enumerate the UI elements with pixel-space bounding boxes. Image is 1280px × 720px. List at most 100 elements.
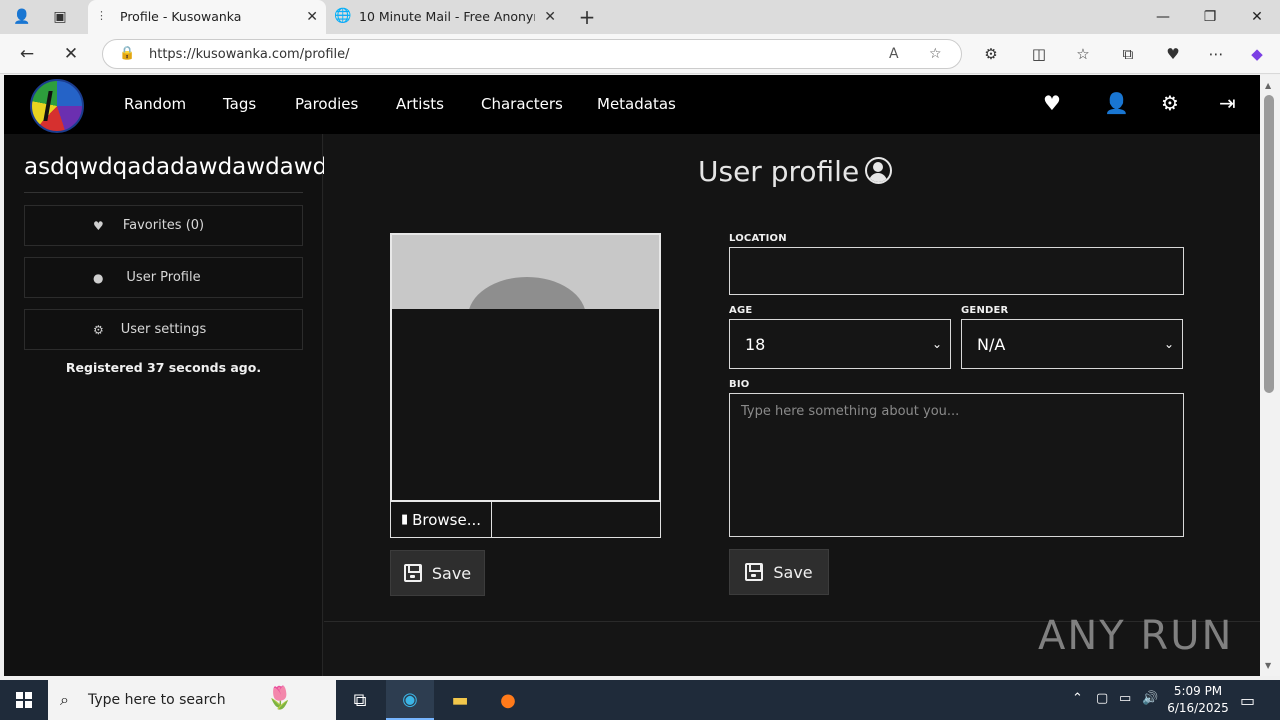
site-logo[interactable] bbox=[30, 79, 84, 133]
url-field[interactable]: 🔒 https://kusowanka.com/profile/ A ☆ bbox=[102, 39, 962, 69]
anyrun-watermark: ANY RUN bbox=[1038, 613, 1234, 659]
avatar-preview bbox=[390, 233, 661, 502]
nav-tags[interactable]: Tags bbox=[223, 95, 256, 113]
favorites-label: Favorites (0) bbox=[122, 218, 205, 233]
nav-artists[interactable]: Artists bbox=[396, 95, 444, 113]
page-viewport: Random Tags Parodies Artists Characters … bbox=[4, 75, 1260, 676]
tab-title: 10 Minute Mail - Free Anonymous bbox=[359, 9, 535, 24]
tray-chevron-icon[interactable]: ⌃ bbox=[1072, 691, 1083, 706]
split-screen-icon[interactable]: ◫ bbox=[1028, 44, 1050, 64]
bio-textarea[interactable]: Type here something about you... bbox=[729, 393, 1184, 537]
search-highlight-icon: 🌷 bbox=[266, 686, 294, 711]
location-label: LOCATION bbox=[729, 233, 787, 244]
task-view-icon[interactable]: ⧉ bbox=[336, 680, 384, 720]
scroll-down-icon[interactable]: ▼ bbox=[1265, 661, 1271, 670]
scroll-up-icon[interactable]: ▲ bbox=[1265, 81, 1271, 90]
divider bbox=[24, 192, 303, 193]
edge-browser-icon[interactable]: ◉ bbox=[386, 680, 434, 720]
start-button[interactable] bbox=[0, 680, 48, 720]
more-options-icon[interactable]: ⋯ bbox=[1205, 44, 1227, 64]
user-icon: ● bbox=[93, 270, 104, 285]
close-window-icon[interactable]: ✕ bbox=[1234, 0, 1280, 34]
browser-tab-bar: 👤 ▣ ⋮ Profile - Kusowanka ✕ 🌐 10 Minute … bbox=[0, 0, 1280, 34]
copilot-icon[interactable]: ◆ bbox=[1246, 44, 1268, 64]
address-bar: ← ✕ 🔒 https://kusowanka.com/profile/ A ☆… bbox=[0, 34, 1280, 74]
gender-value: N/A bbox=[977, 334, 1006, 354]
avatar-silhouette bbox=[468, 277, 586, 309]
save-label: Save bbox=[431, 563, 472, 583]
user-profile-button[interactable]: ● User Profile bbox=[24, 257, 303, 298]
favorites-button[interactable]: ♥ Favorites (0) bbox=[24, 205, 303, 246]
network-icon[interactable]: ▭ bbox=[1119, 691, 1131, 706]
taskbar-search[interactable]: ⌕ Type here to search 🌷 bbox=[48, 680, 336, 720]
chevron-down-icon: ⌄ bbox=[1163, 337, 1174, 351]
restore-icon[interactable]: ❐ bbox=[1187, 0, 1233, 34]
logout-icon[interactable]: ⇥ bbox=[1219, 91, 1236, 115]
tab-profile-kusowanka[interactable]: ⋮ Profile - Kusowanka ✕ bbox=[88, 0, 326, 34]
gear-icon: ⚙ bbox=[93, 322, 104, 337]
url-text: https://kusowanka.com/profile/ bbox=[149, 47, 350, 62]
windows-logo-icon bbox=[16, 692, 32, 708]
chevron-down-icon: ⌄ bbox=[931, 337, 942, 351]
close-tab-icon[interactable]: ✕ bbox=[306, 9, 318, 25]
browse-button[interactable]: ▮ Browse... bbox=[391, 502, 492, 537]
user-settings-label: User settings bbox=[120, 322, 207, 337]
page-scrollbar[interactable]: ▲ ▼ bbox=[1260, 75, 1280, 676]
close-tab-icon[interactable]: ✕ bbox=[544, 9, 556, 25]
search-icon: ⌕ bbox=[60, 690, 69, 709]
registered-text: Registered 37 seconds ago. bbox=[65, 360, 262, 375]
globe-icon: 🌐 bbox=[334, 8, 352, 24]
collections-icon[interactable]: ⧉ bbox=[1117, 44, 1139, 64]
favorites-icon[interactable]: ☆ bbox=[1072, 44, 1094, 64]
tab-10-minute-mail[interactable]: 🌐 10 Minute Mail - Free Anonymous ✕ bbox=[328, 0, 564, 34]
scrollbar-thumb[interactable] bbox=[1264, 95, 1274, 393]
nav-characters[interactable]: Characters bbox=[481, 95, 563, 113]
gear-icon[interactable]: ⚙ bbox=[1161, 91, 1179, 115]
firefox-icon[interactable]: ● bbox=[484, 680, 532, 720]
heart-icon[interactable]: ♥ bbox=[1043, 91, 1061, 115]
floppy-disk-icon bbox=[745, 563, 764, 581]
profile-save-button[interactable]: Save bbox=[729, 549, 829, 595]
age-select[interactable]: 18 ⌄ bbox=[729, 319, 951, 369]
minimize-icon[interactable]: — bbox=[1140, 0, 1186, 34]
save-label: Save bbox=[773, 562, 813, 582]
gender-label: GENDER bbox=[961, 305, 1009, 316]
user-profile-label: User Profile bbox=[126, 270, 201, 285]
back-arrow-icon[interactable]: ← bbox=[14, 42, 40, 66]
browser-essentials-icon[interactable]: ♥ bbox=[1162, 44, 1184, 64]
new-tab-icon[interactable]: + bbox=[575, 5, 599, 29]
avatar-image bbox=[392, 235, 659, 309]
location-input[interactable] bbox=[729, 247, 1184, 295]
search-placeholder: Type here to search bbox=[88, 692, 226, 708]
lock-icon: 🔒 bbox=[119, 46, 136, 61]
floppy-disk-icon bbox=[403, 564, 422, 582]
tab-actions-icon[interactable]: ▣ bbox=[48, 6, 72, 28]
extensions-icon[interactable]: ⚙ bbox=[980, 44, 1002, 64]
file-input[interactable]: ▮ Browse... bbox=[390, 502, 661, 538]
stop-loading-icon[interactable]: ✕ bbox=[58, 42, 84, 66]
site-navbar: Random Tags Parodies Artists Characters … bbox=[4, 75, 1260, 134]
nav-metadatas[interactable]: Metadatas bbox=[597, 95, 676, 113]
clock-time: 5:09 PM bbox=[1173, 684, 1223, 698]
gender-select[interactable]: N/A ⌄ bbox=[961, 319, 1183, 369]
tray-device-icon[interactable]: ▢ bbox=[1096, 691, 1108, 706]
profile-avatar-icon[interactable]: 👤 bbox=[10, 6, 34, 28]
clock-date: 6/16/2025 bbox=[1167, 701, 1229, 715]
avatar-save-button[interactable]: Save bbox=[390, 550, 485, 596]
user-icon[interactable]: 👤 bbox=[1104, 91, 1129, 115]
browse-label: Browse... bbox=[412, 510, 482, 529]
volume-icon[interactable]: 🔊 bbox=[1142, 691, 1158, 706]
taskbar-clock[interactable]: 5:09 PM 6/16/2025 bbox=[1162, 683, 1234, 717]
tab-title: Profile - Kusowanka bbox=[120, 9, 242, 24]
page-title: User profile bbox=[698, 155, 893, 188]
user-settings-button[interactable]: ⚙ User settings bbox=[24, 309, 303, 350]
notifications-icon[interactable]: ▭ bbox=[1240, 691, 1255, 710]
read-aloud-icon[interactable]: A bbox=[889, 46, 899, 62]
favorite-star-icon[interactable]: ☆ bbox=[929, 46, 942, 62]
file-explorer-icon[interactable]: ▬ bbox=[436, 680, 484, 720]
bio-label: BIO bbox=[729, 379, 750, 390]
nav-parodies[interactable]: Parodies bbox=[295, 95, 358, 113]
heart-icon: ♥ bbox=[93, 218, 104, 233]
profile-sidebar: asdqwdqadadawdawdawd1231231241 ♥ Favorit… bbox=[4, 134, 474, 676]
nav-random[interactable]: Random bbox=[124, 95, 186, 113]
